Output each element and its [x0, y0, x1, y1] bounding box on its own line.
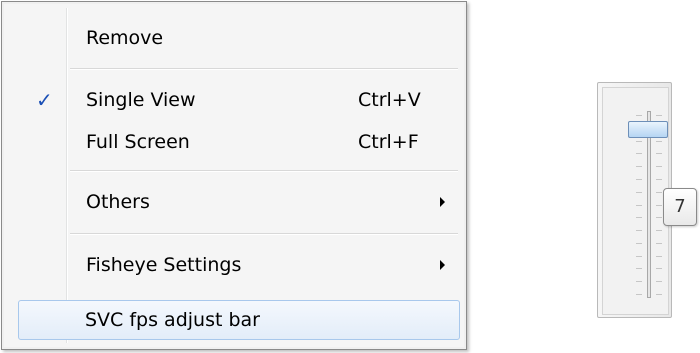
- slider-tick: [656, 166, 662, 167]
- menu-item-shortcut: Ctrl+V: [358, 89, 421, 111]
- menu-item-label: Fisheye Settings: [86, 254, 242, 276]
- slider-track[interactable]: [647, 111, 651, 298]
- slider-tick: [636, 153, 642, 154]
- menu-separator: [70, 68, 458, 70]
- slider-tick: [636, 205, 642, 206]
- menu-item-label: SVC fps adjust bar: [85, 309, 260, 331]
- fps-slider-panel: [597, 82, 672, 318]
- slider-tick: [636, 141, 642, 142]
- slider-tick: [656, 192, 662, 193]
- slider-tick: [656, 179, 662, 180]
- menu-item-label: Full Screen: [86, 131, 190, 153]
- slider-tick: [636, 192, 642, 193]
- menu-item-remove[interactable]: Remove: [6, 18, 462, 58]
- slider-tick: [636, 256, 642, 257]
- menu-item-others[interactable]: Others: [6, 182, 462, 222]
- slider-tick: [656, 281, 662, 282]
- menu-item-svc-fps-adjust-bar[interactable]: SVC fps adjust bar: [18, 300, 460, 340]
- menu-item-label: Remove: [86, 27, 164, 49]
- slider-tick: [656, 115, 662, 116]
- fps-value-tooltip: 7: [663, 188, 697, 226]
- slider-tick: [656, 256, 662, 257]
- slider-tick: [656, 294, 662, 295]
- menu-gutter-divider: [66, 8, 68, 343]
- slider-tick: [636, 230, 642, 231]
- slider-tick: [636, 179, 642, 180]
- slider-tick: [656, 217, 662, 218]
- slider-tick: [656, 205, 662, 206]
- menu-item-label: Single View: [86, 89, 196, 111]
- context-menu-body: Remove ✓ Single View Ctrl+V Full Screen …: [4, 4, 464, 347]
- slider-tick: [656, 268, 662, 269]
- slider-tick: [636, 294, 642, 295]
- menu-item-single-view[interactable]: ✓ Single View Ctrl+V: [6, 80, 462, 120]
- slider-tick: [636, 217, 642, 218]
- slider-tick: [636, 243, 642, 244]
- checkmark-icon: ✓: [36, 88, 53, 112]
- menu-item-fisheye-settings[interactable]: Fisheye Settings: [6, 245, 462, 285]
- fps-slider-widget: 7: [597, 82, 700, 320]
- menu-separator: [70, 233, 458, 235]
- slider-tick: [636, 115, 642, 116]
- menu-item-full-screen[interactable]: Full Screen Ctrl+F: [6, 122, 462, 162]
- slider-tick: [636, 281, 642, 282]
- slider-tick: [656, 153, 662, 154]
- menu-item-shortcut: Ctrl+F: [358, 131, 419, 153]
- slider-tick: [636, 268, 642, 269]
- slider-tick: [656, 230, 662, 231]
- slider-tick: [656, 243, 662, 244]
- menu-separator: [70, 170, 458, 172]
- slider-thumb[interactable]: [628, 121, 668, 138]
- submenu-arrow-icon: [440, 260, 445, 270]
- context-menu: Remove ✓ Single View Ctrl+V Full Screen …: [1, 1, 467, 350]
- slider-tick: [656, 141, 662, 142]
- menu-item-label: Others: [86, 191, 150, 213]
- submenu-arrow-icon: [440, 197, 445, 207]
- slider-tick: [636, 166, 642, 167]
